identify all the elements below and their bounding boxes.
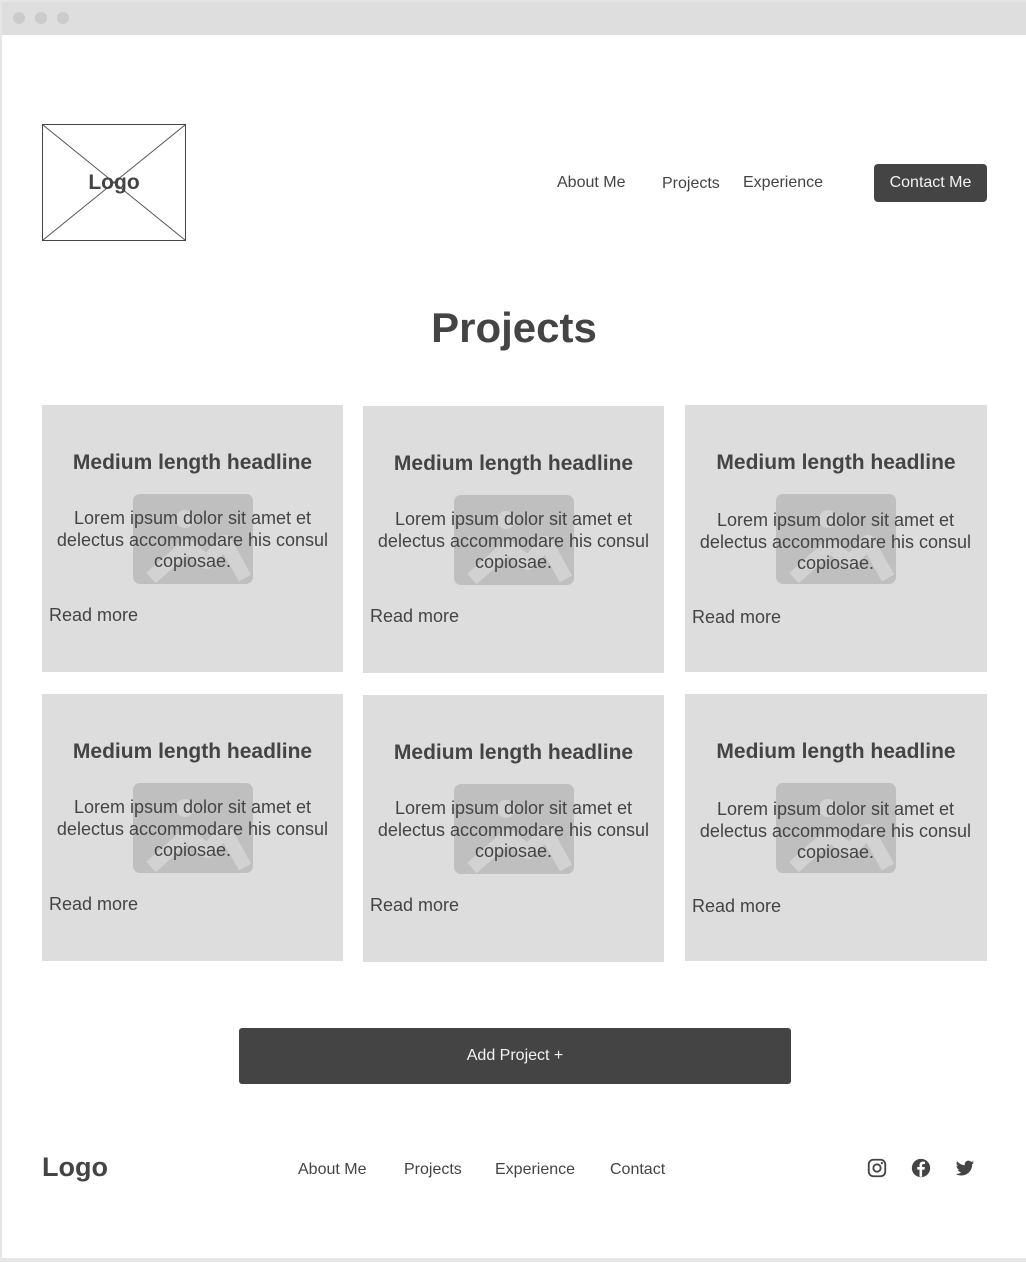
project-card[interactable]: Medium length headline Lorem ipsum dolor…	[42, 405, 343, 672]
nav-about-me[interactable]: About Me	[557, 174, 625, 192]
card-body: Lorem ipsum dolor sit amet et delectus a…	[56, 508, 329, 571]
window-titlebar	[2, 2, 1026, 35]
minimize-window-icon[interactable]	[35, 12, 47, 24]
read-more-link[interactable]: Read more	[370, 895, 459, 916]
card-body: Lorem ipsum dolor sit amet et delectus a…	[56, 797, 329, 860]
browser-window: Logo About Me Projects Experience Contac…	[2, 2, 1026, 1258]
card-body: Lorem ipsum dolor sit amet et delectus a…	[377, 798, 650, 861]
read-more-link[interactable]: Read more	[49, 605, 138, 626]
card-headline: Medium length headline	[393, 741, 634, 764]
logo-label: Logo	[88, 170, 140, 194]
card-headline: Medium length headline	[72, 451, 313, 474]
instagram-icon[interactable]	[866, 1157, 888, 1179]
card-body: Lorem ipsum dolor sit amet et delectus a…	[377, 509, 650, 572]
contact-me-button[interactable]: Contact Me	[874, 164, 987, 202]
footer-link-about-me[interactable]: About Me	[298, 1161, 366, 1179]
card-headline: Medium length headline	[393, 452, 634, 475]
card-headline: Medium length headline	[72, 740, 313, 763]
project-card[interactable]: Medium length headline Lorem ipsum dolor…	[685, 405, 987, 672]
add-project-button[interactable]: Add Project +	[239, 1028, 791, 1084]
card-body: Lorem ipsum dolor sit amet et delectus a…	[699, 510, 972, 573]
project-card[interactable]: Medium length headline Lorem ipsum dolor…	[363, 406, 664, 673]
page-title: Projects	[431, 304, 597, 351]
card-headline: Medium length headline	[716, 451, 956, 474]
project-card[interactable]: Medium length headline Lorem ipsum dolor…	[42, 694, 343, 961]
project-card[interactable]: Medium length headline Lorem ipsum dolor…	[363, 695, 664, 962]
read-more-link[interactable]: Read more	[692, 896, 781, 917]
footer-link-experience[interactable]: Experience	[495, 1161, 575, 1179]
nav-projects[interactable]: Projects	[662, 175, 720, 193]
read-more-link[interactable]: Read more	[692, 607, 781, 628]
maximize-window-icon[interactable]	[57, 12, 69, 24]
read-more-link[interactable]: Read more	[49, 894, 138, 915]
card-body: Lorem ipsum dolor sit amet et delectus a…	[699, 799, 972, 862]
footer-link-projects[interactable]: Projects	[404, 1161, 462, 1179]
nav-experience[interactable]: Experience	[743, 174, 823, 192]
twitter-icon[interactable]	[954, 1157, 976, 1179]
header-logo[interactable]: Logo	[42, 124, 186, 241]
footer-link-contact[interactable]: Contact	[610, 1161, 665, 1179]
facebook-icon[interactable]	[910, 1157, 932, 1179]
card-headline: Medium length headline	[716, 740, 956, 763]
project-card[interactable]: Medium length headline Lorem ipsum dolor…	[685, 694, 987, 961]
read-more-link[interactable]: Read more	[370, 606, 459, 627]
footer-logo[interactable]: Logo	[42, 1152, 108, 1183]
close-window-icon[interactable]	[13, 12, 25, 24]
